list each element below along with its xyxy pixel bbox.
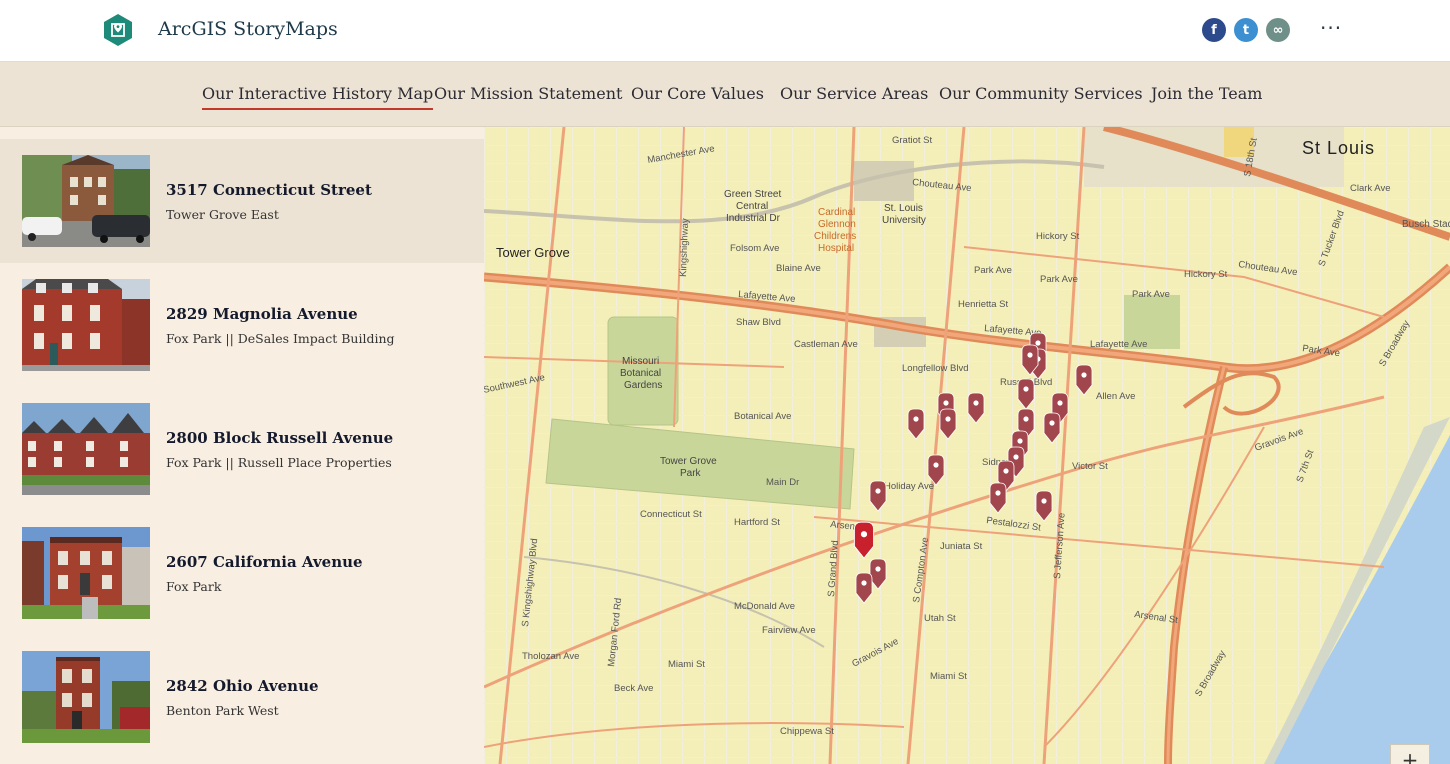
- place-title: 2842 Ohio Avenue: [166, 677, 319, 695]
- label-busch: Busch Stadiu: [1402, 219, 1450, 230]
- label-blaine: Blaine Ave: [776, 263, 821, 274]
- label-gratiot: Gratiot St: [892, 135, 932, 146]
- label-holiday: Holiday Ave: [884, 481, 934, 492]
- app-title[interactable]: ArcGIS StoryMaps: [158, 18, 338, 40]
- label-juniata: Juniata St: [940, 541, 983, 552]
- label-tower-grove-park-1: Tower Grove: [660, 456, 717, 467]
- place-subtitle: Benton Park West: [166, 703, 279, 718]
- label-miami-1: Miami St: [668, 659, 705, 670]
- label-tower-grove-park-2: Park: [680, 468, 702, 479]
- more-options-icon[interactable]: ···: [1320, 16, 1342, 40]
- place-title: 2829 Magnolia Avenue: [166, 305, 358, 323]
- nav-community-services[interactable]: Our Community Services: [939, 84, 1143, 103]
- label-green-street-2: Central: [736, 201, 768, 212]
- label-botanical-ave: Botanical Ave: [734, 411, 791, 422]
- place-title: 3517 Connecticut Street: [166, 181, 372, 199]
- label-fairview: Fairview Ave: [762, 625, 816, 636]
- zoom-in-button[interactable]: +: [1390, 744, 1430, 764]
- label-green-street-3: Industrial Dr: [726, 213, 781, 224]
- places-list[interactable]: 3517 Connecticut Street Tower Grove East: [0, 127, 484, 764]
- label-green-street-1: Green Street: [724, 189, 781, 200]
- place-title: 2800 Block Russell Avenue: [166, 429, 394, 447]
- label-main-dr: Main Dr: [766, 477, 799, 488]
- label-park-2: Park Ave: [1040, 274, 1078, 285]
- nav-interactive-history-map[interactable]: Our Interactive History Map: [202, 84, 434, 110]
- label-folsom: Folsom Ave: [730, 243, 779, 254]
- label-park-3: Park Ave: [1132, 289, 1170, 300]
- label-henrietta: Henrietta St: [958, 299, 1009, 310]
- place-subtitle: Fox Park: [166, 579, 222, 594]
- label-botanical-2: Botanical: [620, 368, 661, 379]
- nav-service-areas[interactable]: Our Service Areas: [780, 84, 928, 103]
- label-mcdonald: McDonald Ave: [734, 601, 795, 612]
- label-lafayette-3: Lafayette Ave: [1090, 339, 1147, 350]
- label-hickory-1: Hickory St: [1036, 231, 1080, 242]
- label-chippewa: Chippewa St: [780, 726, 834, 737]
- label-slu-1: St. Louis: [884, 203, 923, 214]
- place-photo: [22, 155, 150, 247]
- label-connecticut: Connecticut St: [640, 509, 702, 520]
- facebook-share-icon[interactable]: f: [1202, 18, 1226, 42]
- label-hickory-2: Hickory St: [1184, 269, 1228, 280]
- place-card[interactable]: 2800 Block Russell Avenue Fox Park || Ru…: [0, 387, 484, 511]
- label-utah: Utah St: [924, 613, 956, 624]
- label-hartford: Hartford St: [734, 517, 780, 528]
- place-card[interactable]: 3517 Connecticut Street Tower Grove East: [0, 139, 484, 263]
- place-title: 2607 California Avenue: [166, 553, 363, 571]
- place-card[interactable]: 2607 California Avenue Fox Park: [0, 511, 484, 635]
- copy-link-icon[interactable]: ∞: [1266, 18, 1290, 42]
- place-subtitle: Fox Park || DeSales Impact Building: [166, 331, 395, 346]
- place-photo: [22, 279, 150, 371]
- top-app-bar: ArcGIS StoryMaps f t ∞ ···: [0, 0, 1450, 62]
- label-botanical-1: Missouri: [622, 356, 659, 367]
- label-longfellow: Longfellow Blvd: [902, 363, 969, 374]
- nav-mission-statement[interactable]: Our Mission Statement: [434, 84, 622, 103]
- label-tower-grove: Tower Grove: [496, 245, 570, 260]
- label-cardinal-4: Hospital: [818, 243, 854, 254]
- place-photo: [22, 403, 150, 495]
- label-allen: Allen Ave: [1096, 391, 1135, 402]
- label-shaw: Shaw Blvd: [736, 317, 781, 328]
- label-st-louis: St Louis: [1302, 138, 1375, 158]
- label-park-1: Park Ave: [974, 265, 1012, 276]
- story-navigation: Our Interactive History Map Our Mission …: [0, 62, 1450, 127]
- place-card[interactable]: 2829 Magnolia Avenue Fox Park || DeSales…: [0, 263, 484, 387]
- label-cardinal-1: Cardinal: [818, 207, 855, 218]
- place-card[interactable]: 2842 Ohio Avenue Benton Park West: [0, 635, 484, 759]
- label-victor: Victor St: [1072, 461, 1108, 472]
- nav-join-the-team[interactable]: Join the Team: [1151, 84, 1262, 103]
- place-photo: [22, 527, 150, 619]
- place-subtitle: Tower Grove East: [166, 207, 279, 222]
- twitter-share-icon[interactable]: t: [1234, 18, 1258, 42]
- label-slu-2: University: [882, 215, 926, 226]
- storymaps-logo-icon[interactable]: [104, 14, 132, 46]
- interactive-map[interactable]: St Louis Tower Grove Green Street Centra…: [484, 127, 1450, 764]
- label-miami-2: Miami St: [930, 671, 967, 682]
- label-clark: Clark Ave: [1350, 183, 1390, 194]
- label-beck: Beck Ave: [614, 683, 653, 694]
- label-botanical-3: Gardens: [624, 380, 662, 391]
- label-cardinal-3: Childrens: [814, 231, 856, 242]
- label-kingshighway-north: Kingshighway: [678, 218, 691, 277]
- label-castleman: Castleman Ave: [794, 339, 858, 350]
- label-cardinal-2: Glennon: [818, 219, 856, 230]
- place-subtitle: Fox Park || Russell Place Properties: [166, 455, 392, 470]
- label-tholozan: Tholozan Ave: [522, 651, 579, 662]
- nav-core-values[interactable]: Our Core Values: [631, 84, 764, 103]
- place-photo: [22, 651, 150, 743]
